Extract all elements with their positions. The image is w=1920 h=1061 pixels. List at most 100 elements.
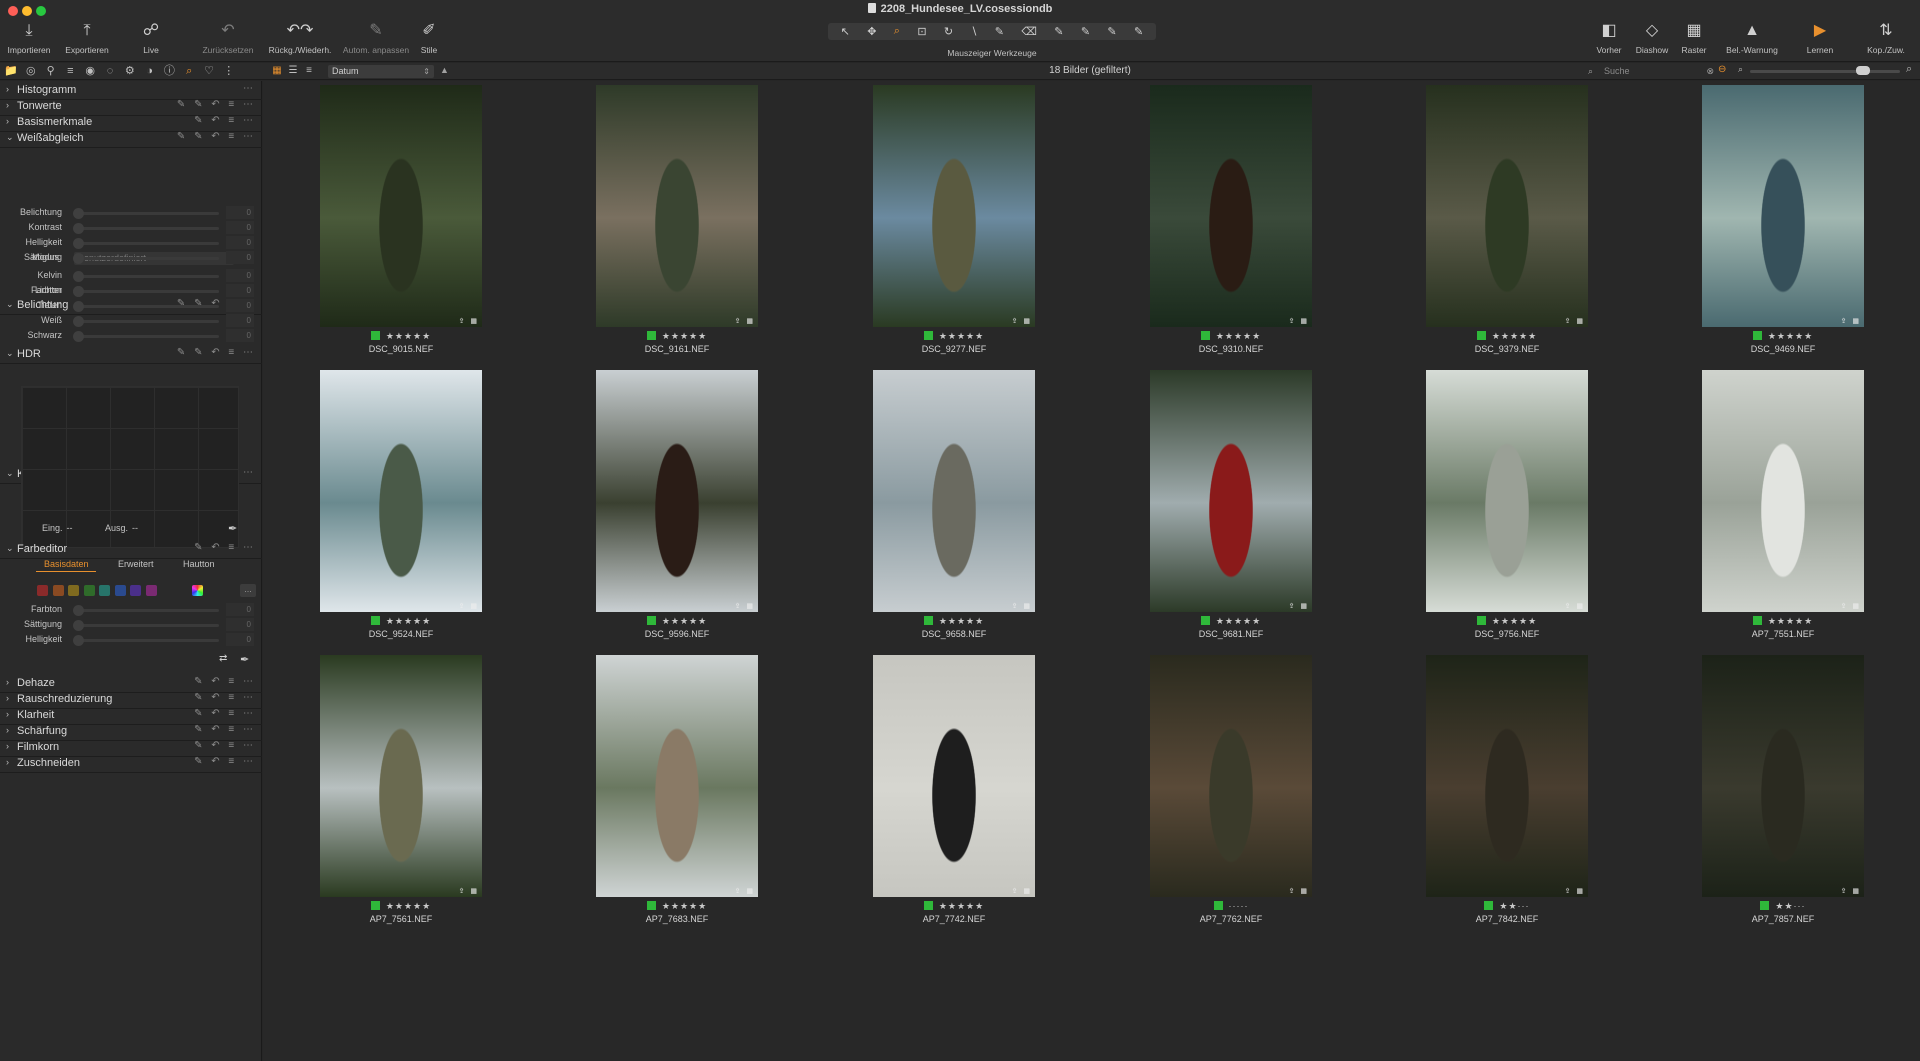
slider-knob[interactable] — [73, 605, 84, 616]
import-button[interactable]: ⤓ Importieren — [0, 20, 58, 55]
thumbnail-image[interactable]: ⇪ ▦ — [596, 655, 758, 897]
tool-tab-icon[interactable]: ⋮ — [221, 64, 237, 78]
color-tag-green[interactable] — [1476, 331, 1486, 340]
thumbnail-image[interactable]: ⇪ ▦ — [320, 85, 482, 327]
color-tag-green[interactable] — [370, 616, 380, 625]
color-tag-green[interactable] — [646, 901, 656, 910]
styles-button[interactable]: ✐ Stile — [400, 20, 458, 55]
tool-tab-icon[interactable]: ⌕ — [181, 64, 197, 78]
color-tag-green[interactable] — [646, 331, 656, 340]
cursor-tool-icon[interactable]: ⌫ — [1021, 25, 1037, 38]
slider-value[interactable]: 0 — [226, 269, 254, 282]
thumbnail-image[interactable]: ⇪ ▦ — [1702, 655, 1864, 897]
color-swatch[interactable] — [68, 585, 79, 596]
slider-knob[interactable] — [73, 253, 84, 264]
tool-tab-icon[interactable]: ◉ — [82, 64, 98, 78]
thumbnail-image[interactable]: ⇪ ▦ — [596, 370, 758, 612]
slider-track[interactable] — [74, 275, 219, 278]
star-rating[interactable]: ★★★★★ — [1492, 616, 1537, 626]
slider-value[interactable]: 0 — [226, 314, 254, 327]
thumbnail-image[interactable]: ⇪ ▦ — [1150, 370, 1312, 612]
tool-tab-icon[interactable]: ◌ — [102, 64, 118, 78]
star-rating[interactable]: ★★★★★ — [386, 901, 431, 911]
star-rating[interactable]: ★★★★★ — [1216, 331, 1261, 341]
color-tag-green[interactable] — [1484, 901, 1494, 910]
cursor-tool-icon[interactable]: ✎ — [1081, 25, 1090, 38]
color-tag-green[interactable] — [1760, 901, 1770, 910]
thumbnail-cell[interactable]: ⇪ ▦ ★★★★★ DSC_9379.NEF — [1426, 85, 1588, 357]
star-rating[interactable]: ★★··· — [1775, 901, 1805, 911]
export-button[interactable]: ⤒ Exportieren — [58, 20, 116, 55]
filter-icon[interactable]: ⊖ — [1718, 64, 1726, 75]
star-rating[interactable]: ★★★★★ — [939, 901, 984, 911]
star-rating[interactable]: ★★★★★ — [662, 901, 707, 911]
slider-value[interactable]: 0 — [226, 633, 254, 646]
star-rating[interactable]: ★★★★★ — [1216, 616, 1261, 626]
slider-value[interactable]: 0 — [226, 603, 254, 616]
exposure-warning-button[interactable]: ▲ Bel.-Warnung — [1720, 20, 1784, 55]
slider-track[interactable] — [74, 639, 219, 642]
thumbnail-image[interactable]: ⇪ ▦ — [320, 655, 482, 897]
clear-search-icon[interactable]: ⊗ — [1706, 65, 1714, 78]
cursor-tool-icon[interactable]: ↻ — [944, 25, 953, 38]
cursor-tool-icon[interactable]: ⌕ — [894, 25, 900, 38]
thumbnail-image[interactable]: ⇪ ▦ — [1150, 655, 1312, 897]
color-tag-green[interactable] — [923, 901, 933, 910]
star-rating[interactable]: ★★★★★ — [939, 331, 984, 341]
slider-track[interactable] — [74, 257, 219, 260]
slider-knob[interactable] — [73, 286, 84, 297]
section-actions-icon[interactable]: ✎ ↶ ≡ ⋯ — [194, 692, 256, 703]
section-hdr[interactable]: ⌄ HDR ✎ ✎ ↶ ≡ ⋯ — [0, 345, 262, 364]
color-tag-green[interactable] — [923, 616, 933, 625]
thumbnail-image[interactable]: ⇪ ▦ — [1702, 85, 1864, 327]
cursor-tools-group[interactable]: ↖ ✥ ⌕ ⊡ ↻ ∖ ✎ ⌫ ✎ ✎ ✎ ✎ — [828, 23, 1156, 40]
star-rating[interactable]: ★★★★★ — [386, 331, 431, 341]
color-tag-green[interactable] — [923, 331, 933, 340]
star-rating[interactable]: ····· — [1229, 901, 1249, 911]
color-tag-green[interactable] — [1213, 901, 1223, 910]
thumbnail-image[interactable]: ⇪ ▦ — [1150, 85, 1312, 327]
color-tag-green[interactable] — [1200, 331, 1210, 340]
section-actions-icon[interactable]: ✎ ↶ ≡ ⋯ — [194, 708, 256, 719]
cursor-tool-icon[interactable]: ⊡ — [917, 25, 926, 38]
slider-track[interactable] — [74, 227, 219, 230]
thumbnail-cell[interactable]: ⇪ ▦ ★★★★★ DSC_9469.NEF — [1702, 85, 1864, 357]
thumbnail-cell[interactable]: ⇪ ▦ ★★★★★ AP7_7551.NEF — [1702, 370, 1864, 642]
color-swatch[interactable] — [145, 585, 157, 596]
thumbnail-image[interactable]: ⇪ ▦ — [1426, 655, 1588, 897]
color-tag-green[interactable] — [1752, 331, 1762, 340]
thumbnail-image[interactable]: ⇪ ▦ — [320, 370, 482, 612]
slider-knob[interactable] — [73, 208, 84, 219]
thumbnail-image[interactable]: ⇪ ▦ — [1702, 370, 1864, 612]
zoom-out-icon[interactable]: ⌕ — [1738, 64, 1743, 75]
color-tag-green[interactable] — [646, 616, 656, 625]
color-swatch[interactable] — [83, 585, 95, 596]
slider-value[interactable]: 0 — [226, 329, 254, 342]
section-zuschneiden[interactable]: › Zuschneiden ✎ ↶ ≡ ⋯ — [0, 754, 262, 773]
slider-track[interactable] — [74, 624, 219, 627]
thumbnail-cell[interactable]: ⇪ ▦ ★★★★★ AP7_7742.NEF — [873, 655, 1035, 927]
section-farbeditor[interactable]: ⌄ Farbeditor ✎ ↶ ≡ ⋯ — [0, 540, 262, 559]
section-actions-icon[interactable]: ✎ ↶ ≡ ⋯ — [194, 740, 256, 751]
color-tag-green[interactable] — [1200, 616, 1210, 625]
slider-value[interactable]: 0 — [226, 221, 254, 234]
color-swatch[interactable] — [52, 585, 64, 596]
copy-apply-button[interactable]: ⇅ Kop./Zuw. — [1860, 20, 1912, 55]
thumbnail-cell[interactable]: ⇪ ▦ ★★··· AP7_7842.NEF — [1426, 655, 1588, 927]
star-rating[interactable]: ★★★★★ — [1768, 616, 1813, 626]
thumbnail-cell[interactable]: ⇪ ▦ ★★★★★ DSC_9596.NEF — [596, 370, 758, 642]
slider-track[interactable] — [74, 609, 219, 612]
section-actions-icon[interactable]: ✎ ↶ ≡ ⋯ — [194, 724, 256, 735]
slider-value[interactable]: 0 — [226, 618, 254, 631]
slider-knob[interactable] — [73, 301, 84, 312]
tool-tab-icon[interactable]: ⚙ — [122, 64, 138, 78]
all-colors-swatch[interactable] — [192, 585, 203, 596]
undo-redo-button[interactable]: ↶↷ Rückg./Wiederh. — [262, 20, 338, 55]
cursor-tool-icon[interactable]: ∖ — [970, 25, 977, 38]
thumbnail-cell[interactable]: ⇪ ▦ ★★··· AP7_7857.NEF — [1702, 655, 1864, 927]
color-swatch[interactable] — [114, 585, 126, 596]
thumbnail-image[interactable]: ⇪ ▦ — [873, 370, 1035, 612]
color-tag-green[interactable] — [370, 331, 380, 340]
star-rating[interactable]: ★★··· — [1499, 901, 1529, 911]
section-actions-icon[interactable]: ✎ ↶ ≡ ⋯ — [194, 542, 256, 553]
